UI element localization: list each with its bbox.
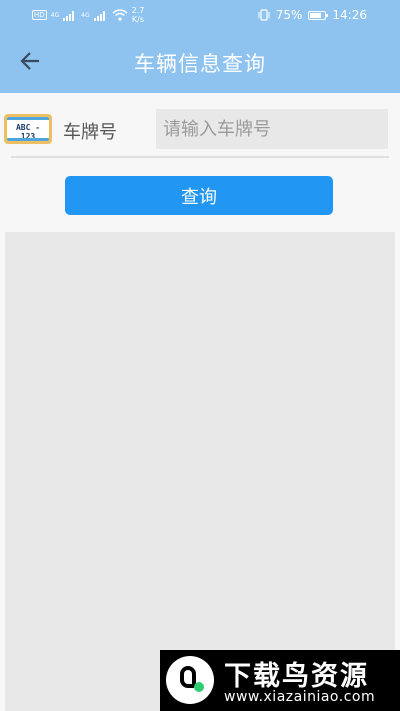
battery-percent: 75% — [275, 8, 303, 22]
plate-number-label: 车牌号 — [63, 122, 117, 143]
network-speed-value: 2.7 — [131, 6, 145, 15]
battery-icon — [308, 10, 329, 20]
network-speed-unit: K/s — [131, 15, 145, 24]
vibrate-icon — [258, 9, 270, 21]
wifi-icon — [112, 9, 128, 21]
query-button[interactable]: 查询 — [65, 176, 333, 215]
watermark-logo-icon — [166, 656, 214, 704]
plate-icon-face: ABC - 123 — [7, 117, 49, 141]
status-bar-right: 75% 14:26 — [258, 6, 367, 24]
signal-strength-icon-2 — [93, 11, 105, 21]
form-divider — [11, 156, 389, 158]
watermark-url: www.xiazainiao.com — [224, 689, 376, 705]
signal-4g-label: 4G — [50, 11, 60, 19]
network-speed: 2.7 K/s — [132, 6, 145, 24]
watermark-banner: 下载鸟资源 www.xiazainiao.com — [160, 650, 400, 711]
plate-number-input[interactable] — [156, 109, 388, 149]
clock: 14:26 — [332, 8, 367, 22]
signal-strength-icon — [63, 11, 75, 21]
results-panel — [5, 232, 395, 711]
app-header: HD 4G 4G 2.7 K/s 75% 14:26 车辆信息查询 — [0, 0, 400, 93]
navigation-bar: 车辆信息查询 — [0, 30, 400, 93]
signal-4g-label-2: 4G — [81, 11, 90, 19]
plate-form-row: ABC - 123 车牌号 — [0, 100, 400, 160]
page-title: 车辆信息查询 — [134, 52, 266, 76]
hd-badge-icon: HD — [32, 10, 47, 20]
watermark-title: 下载鸟资源 — [224, 661, 369, 692]
license-plate-icon: ABC - 123 — [4, 114, 52, 144]
status-bar-left: HD 4G 4G 2.7 K/s — [32, 5, 144, 25]
status-bar: HD 4G 4G 2.7 K/s 75% 14:26 — [0, 0, 400, 30]
